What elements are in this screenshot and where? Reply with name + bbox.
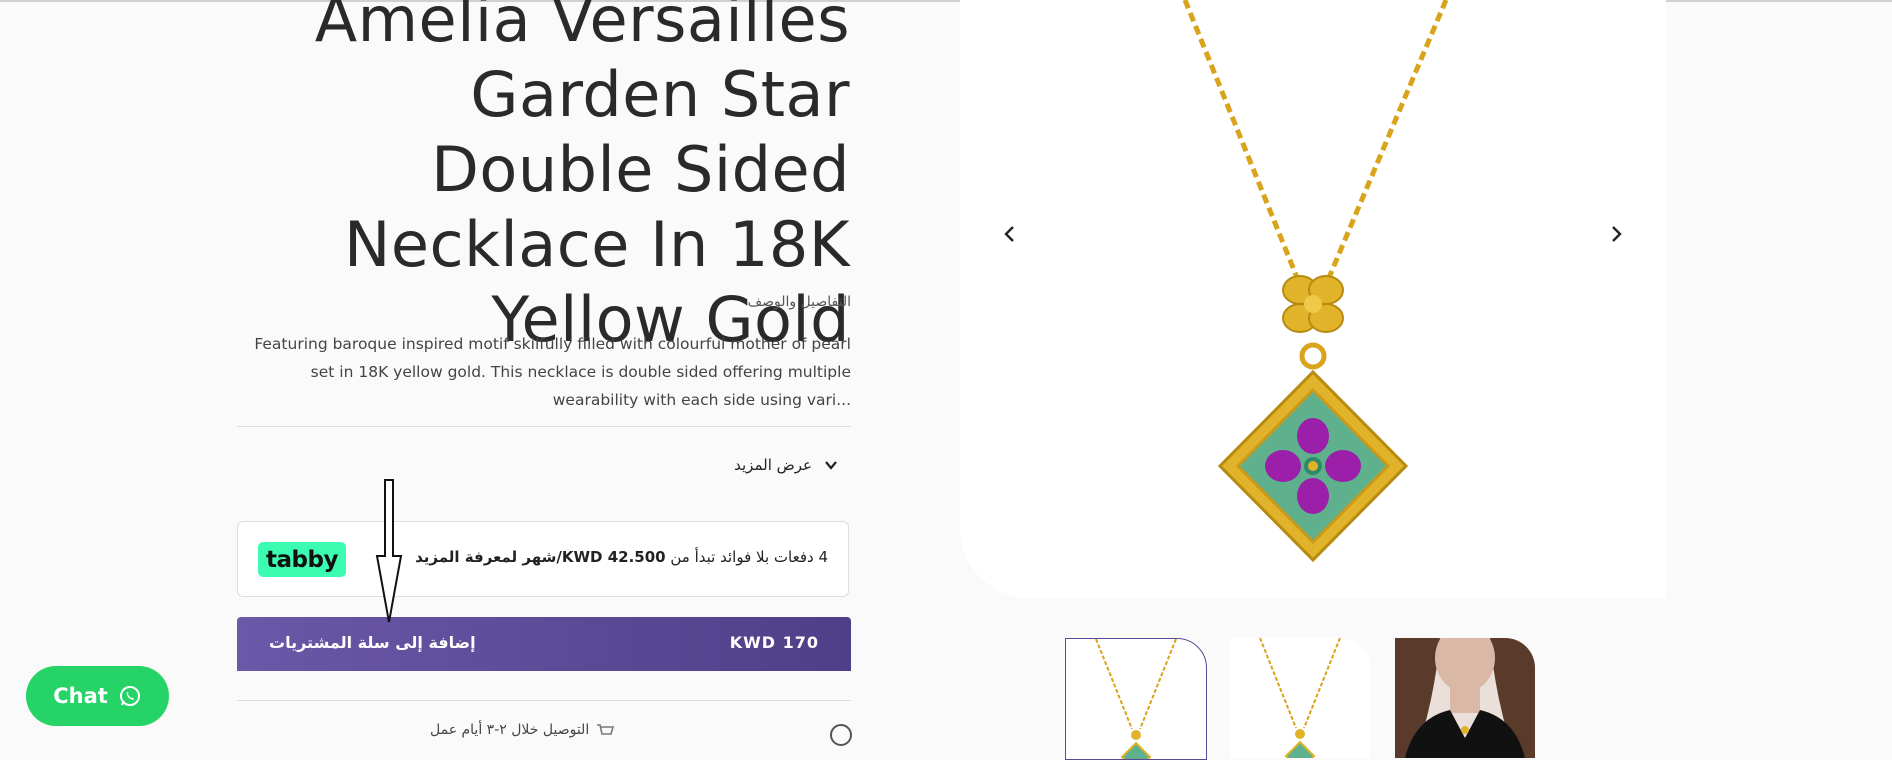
product-description: Featuring baroque inspired motif skilful…	[254, 335, 851, 409]
show-more-toggle[interactable]: عرض المزيد	[734, 456, 840, 474]
annotation-arrow	[375, 479, 403, 623]
thumbnail-image	[1095, 639, 1177, 759]
tabby-logo: tabby	[258, 542, 346, 577]
tabby-amount: KWD 42.500	[561, 548, 666, 566]
chevron-down-icon	[825, 461, 837, 470]
divider	[237, 700, 851, 701]
add-to-cart-button[interactable]: إضافة إلى سلة المشتريات KWD 170	[237, 617, 851, 671]
thumbnail-necklace-back[interactable]	[1230, 638, 1370, 758]
chevron-left-icon[interactable]	[998, 222, 1022, 246]
tabby-text-suffix: /شهر لمعرفة المزيد	[415, 548, 562, 566]
add-to-cart-label: إضافة إلى سلة المشتريات	[269, 633, 476, 652]
show-more-label: عرض المزيد	[734, 456, 812, 474]
whatsapp-icon	[119, 686, 140, 706]
thumbnail-model-wearing[interactable]	[1395, 638, 1535, 758]
chat-label: Chat	[53, 684, 108, 708]
tabby-text-prefix: 4 دفعات بلا فوائد تبدأ من	[665, 548, 828, 566]
chat-button[interactable]: Chat	[26, 666, 169, 726]
product-price: KWD 170	[729, 633, 819, 652]
product-image	[1182, 0, 1449, 563]
details-label: التفاصيل والوصف	[747, 294, 851, 310]
radio-circle[interactable]	[830, 724, 852, 746]
product-image-panel	[960, 0, 1666, 598]
tabby-installments-box[interactable]: tabby 4 دفعات بلا فوائد تبدأ من KWD 42.5…	[237, 521, 849, 597]
thumbnail-necklace-front[interactable]	[1065, 638, 1207, 760]
delivery-info-text: التوصيل خلال ٢-٣ أيام عمل	[430, 722, 590, 738]
divider	[237, 426, 851, 427]
thumbnail-image	[1259, 638, 1341, 758]
tabby-installment-text: 4 دفعات بلا فوائد تبدأ من KWD 42.500/شهر…	[415, 548, 828, 566]
chevron-right-icon[interactable]	[1604, 222, 1628, 246]
cart-icon	[597, 724, 614, 735]
thumbnail-image	[1395, 638, 1535, 758]
